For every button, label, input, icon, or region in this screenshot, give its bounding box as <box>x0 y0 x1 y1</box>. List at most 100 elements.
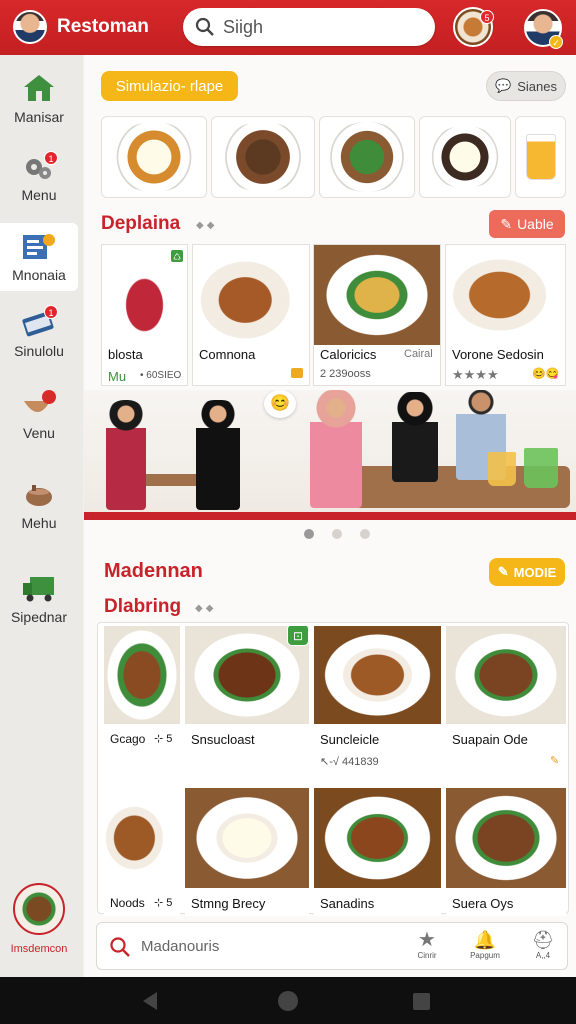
noodle-salad-image <box>314 245 440 345</box>
dish-card[interactable] <box>101 116 207 198</box>
carousel-dot[interactable] <box>304 529 314 539</box>
sidebar: Manisar 1 Menu Mnonaia 1 Sinulolu Venu M… <box>0 55 83 977</box>
cart-badge: 5 <box>480 10 494 24</box>
person-figure <box>106 400 146 510</box>
sidebar-item-label: Venu <box>23 425 55 441</box>
grid-card[interactable]: Noods ⊹ 5 <box>104 788 180 916</box>
drink-glass <box>488 452 516 486</box>
search-icon <box>195 17 214 36</box>
simulation-pill[interactable]: Simulazio- rlape <box>101 71 238 101</box>
product-card[interactable]: Vorone Sedosin ★★★★ 😊😋 <box>445 244 566 386</box>
dining-banner[interactable]: 😊 <box>84 390 576 520</box>
app-title: Restoman <box>57 16 149 37</box>
section-title: Deplaina <box>101 213 181 234</box>
uable-button[interactable]: ✎ Uable <box>489 210 565 238</box>
grid-dish-image <box>104 626 180 724</box>
bottom-action-profile[interactable]: ⛑ A,,4 <box>523 929 563 960</box>
product-sub: Mu <box>108 369 127 384</box>
star-icon: ★ <box>418 929 436 951</box>
grid-dish-image <box>104 788 180 888</box>
sidebar-item-sipednar[interactable]: Sipednar <box>0 573 78 625</box>
grid-card[interactable]: Stmng Brecy <box>185 788 309 916</box>
grid-card[interactable]: Sanadins <box>314 788 441 916</box>
sidebar-item-mehu[interactable]: Mehu <box>0 479 78 531</box>
grid-card[interactable]: Gcago ⊹ 5 <box>104 626 180 776</box>
person-figure <box>196 400 240 510</box>
truck-icon <box>22 573 56 603</box>
bowl-icon <box>22 389 56 419</box>
back-icon[interactable] <box>143 992 157 1010</box>
sidebar-item-label: Mehu <box>21 515 57 531</box>
grid-card[interactable]: ⊡ Snsucloast <box>185 626 309 776</box>
sidebar-item-sinulolu[interactable]: 1 Sinulolu <box>0 305 78 359</box>
sinulolu-badge: 1 <box>44 305 58 319</box>
section-subtitle: Dlabring <box>104 596 182 617</box>
edit-icon: ✎ <box>497 564 509 579</box>
menu-badge: 1 <box>44 151 58 165</box>
bottom-action-star[interactable]: ★ Cinrir <box>407 929 447 960</box>
grid-dish-image <box>446 788 566 888</box>
sianes-label: Sianes <box>517 78 557 94</box>
grid-item-name: Stmng Brecy <box>191 896 266 911</box>
bell-icon: 🔔 <box>473 930 497 950</box>
sidebar-profile[interactable]: Imsdemcon <box>0 883 78 955</box>
product-card[interactable]: Comnona <box>192 244 310 386</box>
carousel-dot[interactable] <box>332 529 342 539</box>
banner-accent-bar <box>84 512 576 520</box>
bottom-action-label: A,,4 <box>535 951 551 960</box>
home-button-icon[interactable] <box>278 991 298 1011</box>
drink-card[interactable] <box>515 116 566 198</box>
grid-item-name: Snsucloast <box>191 732 255 747</box>
menu-board-icon <box>22 231 56 261</box>
emoji-icon: 😊😋 <box>532 368 560 380</box>
emoji-bubble-icon[interactable]: 😊 <box>264 390 296 418</box>
sidebar-item-label: Menu <box>21 187 57 203</box>
card-icon: 1 <box>22 305 58 337</box>
sidebar-item-venu[interactable]: Venu <box>0 389 78 441</box>
dish-card[interactable] <box>319 116 415 198</box>
scroll-arrows-icon[interactable]: ◆◆ <box>196 220 217 231</box>
grid-dish-image <box>314 626 441 724</box>
edit-icon: ✎ <box>500 215 513 232</box>
modie-button[interactable]: ✎ MODIE <box>489 558 565 586</box>
grid-card[interactable]: Suera Oys <box>446 788 566 916</box>
veg-badge: ♺ <box>170 249 184 263</box>
bottom-search-bar[interactable]: Madanouris ★ Cinrir 🔔 Papgum ⛑ A,,4 <box>96 922 568 970</box>
system-nav-bar <box>0 977 576 1024</box>
carousel-dots[interactable] <box>304 529 370 539</box>
product-card[interactable]: ♺ blosta Mu • 60SIEO <box>101 244 188 386</box>
grid-card[interactable]: Suncleicle ↖-√ 441839 <box>314 626 441 776</box>
scroll-arrows-icon[interactable]: ◆◆ <box>195 603 216 614</box>
bottom-action-label: Cinrir <box>417 951 437 960</box>
product-card[interactable]: Caloricics Cairal 2 239ooss <box>313 244 441 386</box>
edit-icon[interactable]: ✎ <box>550 754 559 767</box>
grid-item-sub: ↖-√ 441839 <box>320 756 379 768</box>
sianes-button[interactable]: 💬 Sianes <box>486 71 566 101</box>
modie-label: MODIE <box>513 564 557 580</box>
sidebar-item-menu[interactable]: 1 Menu <box>0 151 78 203</box>
user-avatar[interactable] <box>13 10 47 44</box>
profile-label: Imsdemcon <box>10 943 68 955</box>
product-name: Vorone Sedosin <box>452 347 544 362</box>
sidebar-item-manisar[interactable]: Manisar <box>0 73 78 125</box>
grilled-meat-image <box>193 245 309 345</box>
dish-card[interactable] <box>419 116 511 198</box>
search-input[interactable]: Siigh <box>183 8 435 46</box>
fried-chicken-image <box>446 245 565 345</box>
grid-item-name: Suera Oys <box>452 896 514 911</box>
verified-badge: ✓ <box>549 35 563 49</box>
product-name: blosta <box>108 347 143 362</box>
carousel-dot[interactable] <box>360 529 370 539</box>
recents-icon[interactable] <box>413 993 430 1010</box>
grid-dish-image <box>314 788 441 888</box>
grid-dish-image <box>185 788 309 888</box>
dish-card[interactable] <box>211 116 315 198</box>
bottom-action-bell[interactable]: 🔔 Papgum <box>463 929 507 960</box>
cart-icon[interactable] <box>291 368 303 378</box>
sidebar-item-mnonaia[interactable]: Mnonaia <box>0 223 78 291</box>
grid-card[interactable]: Suapain Ode ✎ <box>446 626 566 776</box>
sidebar-item-label: Manisar <box>14 109 64 125</box>
dish-image <box>217 122 309 192</box>
grid-item-name: Noods <box>110 896 145 910</box>
person-figure <box>310 390 362 508</box>
